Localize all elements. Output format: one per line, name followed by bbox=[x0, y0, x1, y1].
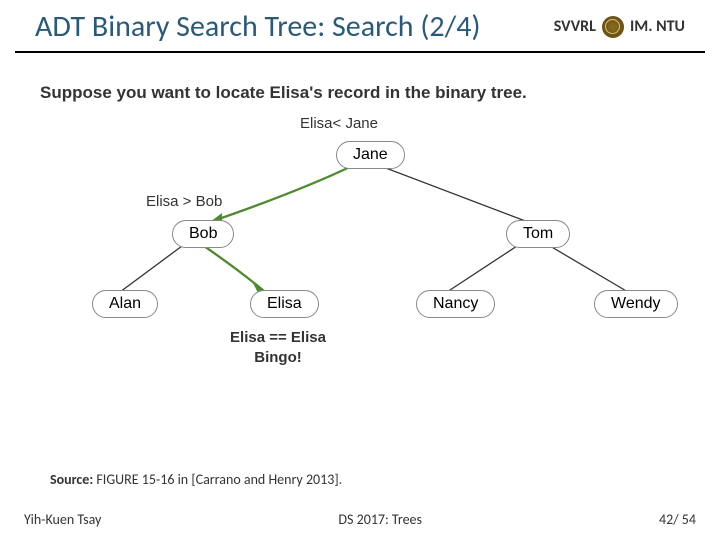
node-rr: Wendy bbox=[594, 290, 678, 318]
footer-course: DS 2017: Trees bbox=[101, 511, 659, 528]
node-right: Tom bbox=[506, 220, 570, 248]
node-lr: Elisa bbox=[250, 290, 319, 318]
ntu-logo-icon bbox=[602, 16, 624, 38]
header-branding: SVVRL IM. NTU bbox=[554, 16, 685, 44]
org-name: IM. NTU bbox=[630, 17, 685, 36]
body-text: Suppose you want to locate Elisa's recor… bbox=[0, 53, 720, 103]
node-left: Bob bbox=[172, 220, 234, 248]
lab-name: SVVRL bbox=[554, 17, 596, 36]
found-line1: Elisa == Elisa bbox=[230, 329, 326, 346]
footer-author: Yih-Kuen Tsay bbox=[24, 511, 101, 528]
source-text: FIGURE 15-16 in [Carrano and Henry 2013]… bbox=[93, 471, 342, 488]
found-line2: Bingo! bbox=[254, 349, 301, 366]
comparison-2: Elisa > Bob bbox=[146, 193, 222, 210]
slide-footer: Yih-Kuen Tsay DS 2017: Trees 42/ 54 bbox=[0, 511, 720, 528]
comparison-1: Elisa< Jane bbox=[300, 115, 378, 132]
node-root: Jane bbox=[336, 141, 405, 169]
slide-header: ADT Binary Search Tree: Search (2/4) SVV… bbox=[15, 0, 705, 53]
slide-title: ADT Binary Search Tree: Search (2/4) bbox=[35, 8, 554, 51]
found-annotation: Elisa == Elisa Bingo! bbox=[208, 328, 348, 367]
tree-diagram: Elisa< Jane Jane Elisa > Bob Bob Tom Ala… bbox=[0, 103, 720, 403]
source-label: Source: bbox=[50, 471, 93, 488]
node-ll: Alan bbox=[92, 290, 158, 318]
footer-page: 42/ 54 bbox=[659, 511, 696, 528]
node-rl: Nancy bbox=[416, 290, 495, 318]
source-citation: Source: FIGURE 15-16 in [Carrano and Hen… bbox=[50, 471, 342, 488]
